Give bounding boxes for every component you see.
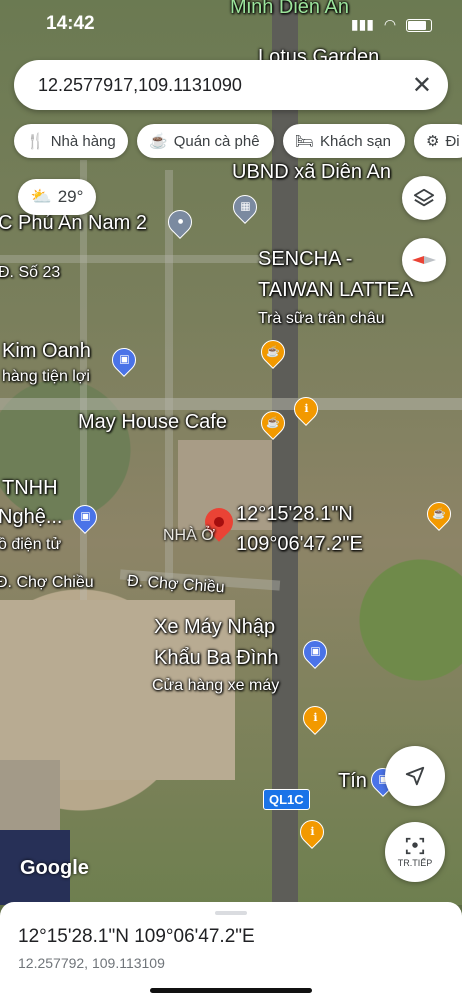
- chip-cafes[interactable]: ☕ Quán cà phê: [137, 124, 274, 158]
- chip-restaurants[interactable]: 🍴 Nhà hàng: [14, 124, 128, 158]
- sheet-handle[interactable]: [215, 911, 247, 915]
- battery-icon: [406, 18, 432, 32]
- compass-icon: [412, 256, 436, 264]
- google-logo: Google: [20, 857, 89, 879]
- map-label-nha-o: NHÀ Ở: [163, 527, 215, 544]
- chip-label: Đi: [445, 132, 460, 150]
- restaurant-icon: 🍴: [26, 133, 45, 150]
- chip-hotels[interactable]: 🛏 Khách sạn: [283, 124, 405, 158]
- chip-label: Nhà hàng: [50, 132, 116, 150]
- wifi-icon: ◠: [383, 16, 397, 32]
- signal-icon: ▮▮▮: [350, 16, 374, 32]
- weather-temp: 29°: [57, 187, 84, 206]
- map-label-xe-may-2[interactable]: Khẩu Ba Đình: [154, 647, 279, 670]
- compass-button[interactable]: [402, 238, 446, 282]
- search-bar[interactable]: 12.2577917,109.1131090 ✕: [14, 60, 448, 110]
- partly-cloudy-icon: ⛅: [30, 187, 52, 206]
- place-decimal-coordinates: 12.257792, 109.113109: [18, 955, 165, 971]
- map-label-tin[interactable]: Tín: [338, 770, 367, 793]
- status-icons: ▮▮▮ ◠: [351, 16, 432, 33]
- attraction-icon: ⚙: [426, 133, 440, 150]
- map-label-kim-oanh-sub: hàng tiện lợi: [2, 368, 90, 385]
- bottom-sheet[interactable]: 12°15'28.1"N 109°06'47.2"E 12.257792, 10…: [0, 902, 462, 1000]
- live-view-button[interactable]: TR.TIẾP: [385, 822, 445, 882]
- map-label-may-house[interactable]: May House Cafe: [78, 411, 227, 434]
- map-label-xe-may-1[interactable]: Xe Máy Nhập: [154, 616, 275, 639]
- map-label-cho-chieu-left: Đ. Chợ Chiều: [0, 574, 94, 591]
- search-input[interactable]: 12.2577917,109.1131090: [38, 75, 242, 96]
- map-label-phu-an[interactable]: C Phú An Nam 2: [0, 212, 147, 235]
- map-label-kim-oanh[interactable]: Kim Oanh: [2, 340, 91, 363]
- map-label-tnhh-sub: ồ điện tử: [0, 536, 62, 553]
- navigation-arrow-icon: [405, 766, 425, 786]
- weather-chip[interactable]: ⛅ 29°: [18, 179, 96, 215]
- government-poi-icon[interactable]: ▦: [228, 190, 262, 224]
- coffee-icon: ☕: [149, 133, 168, 150]
- chip-label: Quán cà phê: [173, 132, 260, 150]
- map-label-sencha-2[interactable]: TAIWAN LATTEA: [258, 279, 413, 302]
- map-label-tnhh-1[interactable]: TNHH: [2, 477, 58, 500]
- status-time: 14:42: [46, 13, 95, 34]
- restaurant-poi-icon[interactable]: ℹ: [298, 701, 332, 735]
- chip-label: Khách sạn: [320, 132, 391, 150]
- route-badge: QL1C: [263, 789, 310, 810]
- live-view-label: TR.TIẾP: [397, 858, 433, 868]
- map-label-sencha-sub: Trà sữa trân châu: [258, 310, 385, 327]
- map-label-xe-may-sub: Cửa hàng xe máy: [152, 677, 280, 694]
- shop-poi-icon[interactable]: ▣: [107, 343, 141, 377]
- pin-label-lng: 109°06'47.2"E: [236, 533, 363, 555]
- home-indicator: [150, 988, 312, 993]
- map-label-sencha-1[interactable]: SENCHA -: [258, 248, 352, 271]
- pin-label-lat: 12°15'28.1"N: [236, 503, 353, 525]
- chip-attractions[interactable]: ⚙ Đi: [414, 124, 462, 158]
- shop-poi-icon[interactable]: ▣: [68, 500, 102, 534]
- live-view-icon: [405, 837, 425, 855]
- cafe-poi-icon[interactable]: ☕: [422, 497, 456, 531]
- map-label-street-so23: Đ. Số 23: [0, 264, 61, 281]
- layers-icon: [413, 188, 435, 207]
- map-label-ubnd[interactable]: UBND xã Diên An: [232, 161, 391, 184]
- restaurant-poi-icon[interactable]: ℹ: [295, 815, 329, 849]
- clear-search-icon[interactable]: ✕: [412, 71, 432, 100]
- map-label-tnhh-2[interactable]: Nghệ...: [0, 506, 62, 529]
- side-road: [0, 398, 462, 410]
- shop-poi-icon[interactable]: ▣: [298, 635, 332, 669]
- status-bar: 14:42 ▮▮▮ ◠: [0, 0, 462, 44]
- layers-button[interactable]: [402, 176, 446, 220]
- hotel-icon: 🛏: [295, 133, 315, 150]
- side-road: [0, 255, 280, 263]
- my-location-button[interactable]: [385, 746, 445, 806]
- place-title-coordinates: 12°15'28.1"N 109°06'47.2"E: [18, 926, 255, 947]
